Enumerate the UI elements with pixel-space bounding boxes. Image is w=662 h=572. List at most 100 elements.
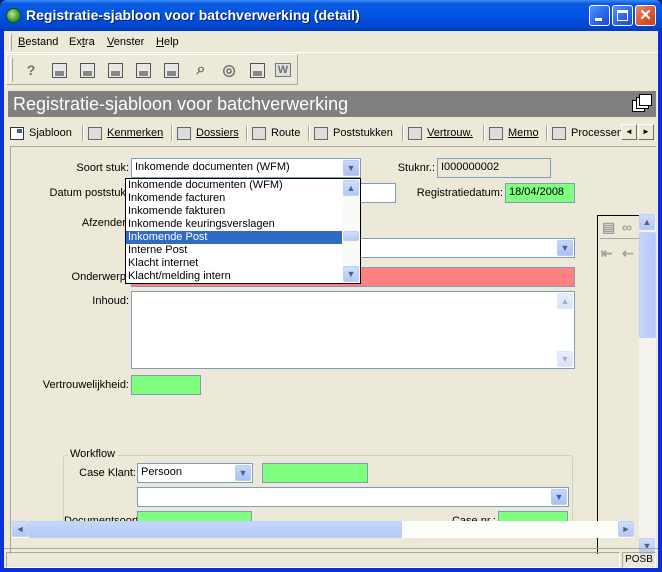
help-button[interactable]: ? xyxy=(21,60,41,80)
dropdown-option[interactable]: Inkomende fakturen xyxy=(126,205,342,218)
close-button[interactable]: ✕ xyxy=(635,5,656,26)
search-icon: ⌕ xyxy=(196,61,206,78)
tab-poststukken[interactable]: Poststukken xyxy=(314,123,393,143)
dropdown-option[interactable]: Interne Post xyxy=(126,244,342,257)
target-search-button[interactable]: ◎ xyxy=(219,60,239,80)
tab-bar: Sjabloon Kenmerken Dossiers Route Postst… xyxy=(8,121,656,145)
tab-separator xyxy=(402,125,404,141)
scroll-up-icon[interactable]: ▲ xyxy=(639,214,655,230)
memo-icon xyxy=(489,126,503,140)
vertical-scrollbar[interactable]: ▲ ▼ xyxy=(639,214,656,554)
menu-extra[interactable]: Extra xyxy=(69,36,95,48)
dropdown-option[interactable]: Klacht/melding intern xyxy=(126,270,342,283)
dropdown-scroll-thumb[interactable] xyxy=(343,231,359,241)
page-header: Registratie-sjabloon voor batchverwerkin… xyxy=(8,91,656,117)
workflow-group-title: Workflow xyxy=(68,448,118,460)
tab-dossiers[interactable]: Dossiers xyxy=(177,123,239,143)
target-search-icon: ◎ xyxy=(222,62,236,79)
maximize-icon xyxy=(617,10,628,21)
tab-kenmerken[interactable]: Kenmerken xyxy=(88,123,163,143)
dossier-icon xyxy=(177,126,191,140)
stuknr-label: Stuknr.: xyxy=(397,162,435,174)
previous-record-icon[interactable]: ⇠ xyxy=(622,245,634,262)
scroll-up-icon[interactable]: ▲ xyxy=(557,293,573,309)
edit-template-button[interactable] xyxy=(105,60,125,80)
menu-bestand[interactable]: Bestand xyxy=(18,36,58,48)
vertical-scroll-thumb[interactable] xyxy=(639,232,656,338)
soort-stuk-label: Soort stuk: xyxy=(76,162,129,174)
menubar-grip[interactable] xyxy=(9,34,12,51)
horizontal-scrollbar[interactable]: ◄ ► xyxy=(12,521,634,538)
vertrouwelijkheid-field[interactable] xyxy=(131,375,201,395)
menu-venster[interactable]: Venster xyxy=(107,36,144,48)
soort-stuk-select[interactable]: Inkomende documenten (WFM) ▼ xyxy=(131,158,361,178)
case-klant-select[interactable]: Persoon ▼ xyxy=(137,463,253,483)
word-button[interactable]: W xyxy=(273,60,293,80)
word-icon: W xyxy=(274,63,292,77)
windows-icon[interactable] xyxy=(632,94,652,114)
scroll-left-icon[interactable]: ◄ xyxy=(12,521,28,537)
dropdown-scrollbar[interactable]: ▲ ▼ xyxy=(343,179,360,283)
save-close-button[interactable] xyxy=(77,60,97,80)
scroll-down-icon[interactable]: ▼ xyxy=(557,351,573,367)
dropdown-option[interactable]: Inkomende facturen xyxy=(126,192,342,205)
title-bar[interactable]: Registratie-sjabloon voor batchverwerkin… xyxy=(0,0,662,31)
binoculars-icon[interactable]: ∞ xyxy=(622,219,632,235)
inhoud-textarea[interactable]: ▲ ▼ xyxy=(131,291,575,369)
afzender-label: Afzender: xyxy=(81,217,129,229)
chevron-down-icon[interactable]: ▼ xyxy=(551,489,567,505)
dropdown-option[interactable]: Klacht internet xyxy=(126,257,342,270)
scroll-right-icon[interactable]: ► xyxy=(618,521,634,537)
dropdown-option[interactable]: Inkomende documenten (WFM) xyxy=(126,179,342,192)
inhoud-label: Inhoud: xyxy=(92,295,129,307)
tree-button[interactable] xyxy=(133,60,153,80)
horizontal-scroll-thumb[interactable] xyxy=(28,521,402,538)
toolbar-grip[interactable] xyxy=(10,58,13,82)
flask-icon xyxy=(552,126,566,140)
soort-stuk-dropdown-list[interactable]: Inkomende documenten (WFM) Inkomende fact… xyxy=(125,178,361,284)
dropdown-option[interactable]: Inkomende Post xyxy=(126,231,342,244)
maximize-button[interactable] xyxy=(612,5,633,26)
printer-icon[interactable]: ▤ xyxy=(602,219,615,236)
dropdown-option[interactable]: Inkomende keuringsverslagen xyxy=(126,218,342,231)
search-button[interactable]: ⌕ xyxy=(191,60,211,80)
tab-vertrouw[interactable]: Vertrouw. xyxy=(408,123,473,143)
copy-icon xyxy=(163,62,179,78)
tab-scroll-right[interactable]: ► xyxy=(638,124,654,140)
toolbar: ? ⌕ ◎ W xyxy=(6,54,298,85)
dropdown-options: Inkomende documenten (WFM) Inkomende fact… xyxy=(126,179,360,283)
first-record-icon[interactable]: ⇤ xyxy=(601,245,613,262)
mail-items-icon xyxy=(314,126,328,140)
tab-scroll-left[interactable]: ◄ xyxy=(621,124,637,140)
help-icon: ? xyxy=(26,62,36,78)
tab-memo[interactable]: Memo xyxy=(489,123,539,143)
datum-poststuk-label: Datum poststuk: xyxy=(49,187,129,199)
chevron-down-icon[interactable]: ▼ xyxy=(557,240,573,256)
save-button[interactable] xyxy=(49,60,69,80)
copy-button[interactable] xyxy=(161,60,181,80)
scroll-up-icon[interactable]: ▲ xyxy=(343,180,359,196)
client-area: Bestand Extra Venster Help ? ⌕ ◎ W Regis… xyxy=(4,31,658,568)
minimize-icon xyxy=(595,18,602,21)
onderwerp-label: Onderwerp: xyxy=(71,271,129,283)
status-bar: POSB xyxy=(4,548,658,568)
close-icon: ✕ xyxy=(639,7,652,24)
export-button[interactable] xyxy=(247,60,267,80)
side-toolbar: ▤ ∞ ⇤ ⇠ xyxy=(597,215,643,554)
scroll-down-icon[interactable]: ▼ xyxy=(343,266,359,282)
tab-sjabloon[interactable]: Sjabloon xyxy=(10,123,72,143)
stuknr-field[interactable]: I000000002 xyxy=(437,158,551,178)
menu-help[interactable]: Help xyxy=(156,36,179,48)
properties-icon xyxy=(88,126,102,140)
chevron-down-icon[interactable]: ▼ xyxy=(235,465,251,481)
case-klant-extra-field[interactable] xyxy=(262,463,368,483)
status-message xyxy=(6,552,620,568)
registratiedatum-label: Registratiedatum: xyxy=(416,187,503,199)
tab-route[interactable]: Route xyxy=(252,123,300,143)
registratiedatum-field[interactable]: 18/04/2008 xyxy=(505,183,575,203)
minimize-button[interactable] xyxy=(589,5,610,26)
case-select[interactable]: ▼ xyxy=(137,487,569,507)
tab-separator xyxy=(546,125,548,141)
save-close-icon xyxy=(79,62,95,78)
tab-processen[interactable]: Processen xyxy=(552,123,623,143)
